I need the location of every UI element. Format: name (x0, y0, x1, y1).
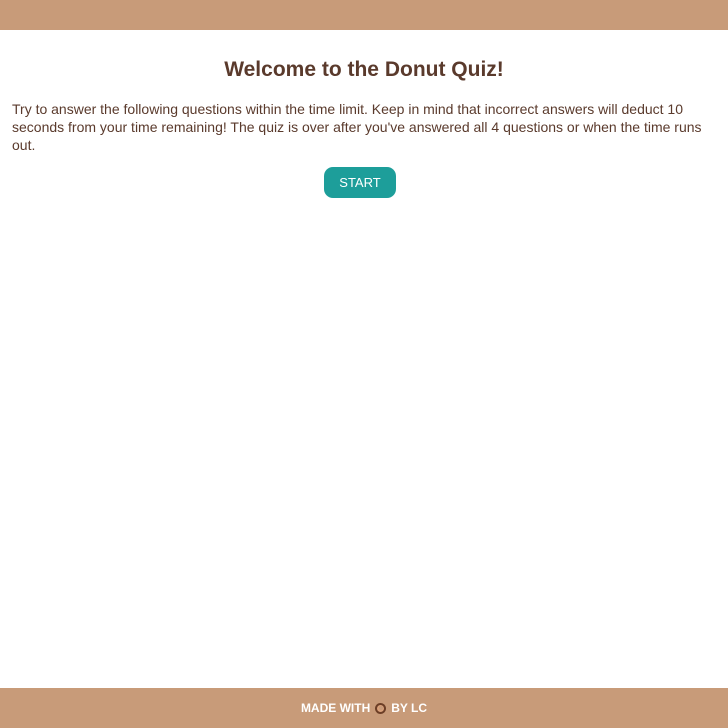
footer-author: BY LC (391, 701, 428, 715)
footer-made-with: MADE WITH (300, 701, 371, 715)
quiz-intro: Welcome to the Donut Quiz! Try to answer… (0, 30, 728, 688)
quiz-instructions: Try to answer the following questions wi… (12, 101, 702, 153)
page-title: Welcome to the Donut Quiz! (224, 58, 504, 81)
top-bar (0, 0, 728, 30)
footer: MADE WITH BY LC (0, 688, 728, 728)
donut-icon (375, 702, 387, 714)
start-button[interactable]: START (324, 167, 396, 198)
